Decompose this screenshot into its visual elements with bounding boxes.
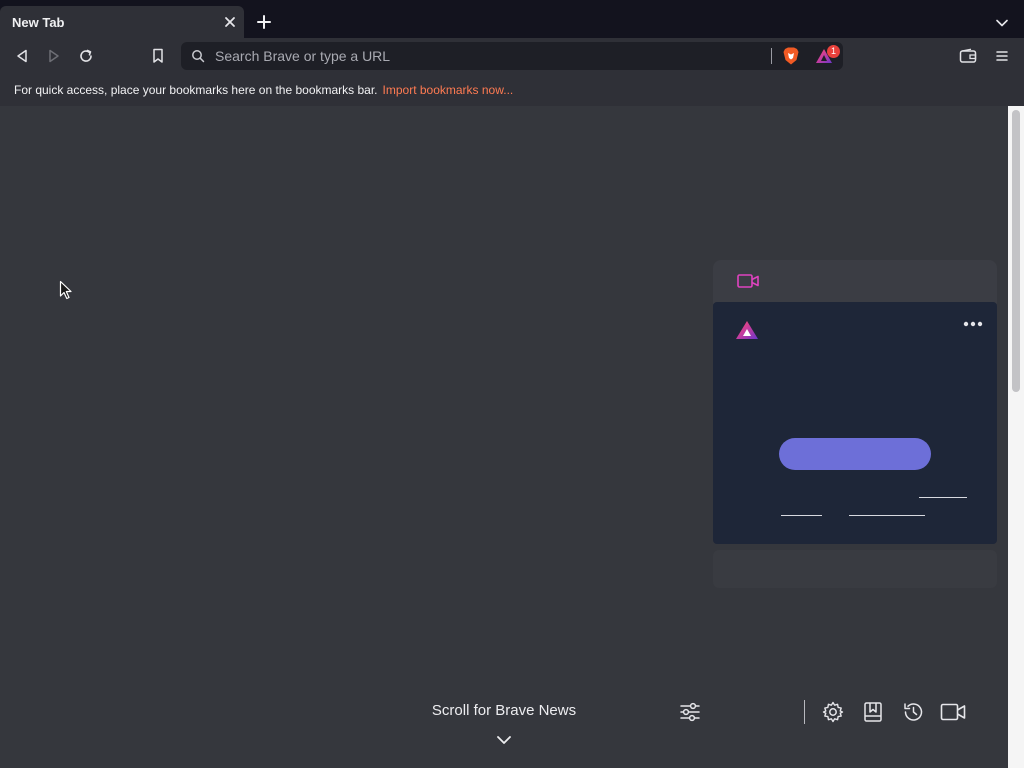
settings-button[interactable] [820, 700, 846, 724]
bookmarks-bar: For quick access, place your bookmarks h… [0, 74, 1024, 106]
tab-title: New Tab [12, 14, 65, 30]
tab-strip: New Tab [0, 0, 1024, 38]
video-camera-icon [737, 274, 759, 288]
video-camera-icon [940, 703, 966, 721]
back-button[interactable] [12, 46, 32, 66]
chevron-down-icon [996, 19, 1008, 27]
wallet-button[interactable] [958, 46, 978, 66]
reload-button[interactable] [76, 46, 96, 66]
address-bar-divider [771, 48, 772, 64]
close-icon[interactable] [222, 14, 238, 30]
widget-header[interactable] [713, 260, 997, 304]
import-bookmarks-link[interactable]: Import bookmarks now... [383, 83, 514, 97]
bottom-divider [804, 700, 805, 724]
bookmarks-page-button[interactable] [860, 700, 886, 724]
bookmarks-bar-message: For quick access, place your bookmarks h… [14, 83, 378, 97]
widget-link[interactable] [781, 515, 822, 516]
history-button[interactable] [900, 700, 926, 724]
tab-new-tab[interactable]: New Tab [0, 6, 244, 38]
rewards-cta-button[interactable] [779, 438, 931, 470]
new-tab-button[interactable] [254, 12, 274, 32]
brave-rewards-icon [736, 321, 758, 339]
search-icon [192, 50, 205, 63]
sliders-icon [680, 702, 700, 722]
history-icon [904, 703, 923, 721]
wallet-icon [959, 48, 977, 63]
scroll-for-brave-news[interactable]: Scroll for Brave News [404, 702, 604, 719]
scrollbar-thumb[interactable] [1012, 110, 1020, 392]
reload-icon [80, 49, 92, 62]
widget-link[interactable] [849, 515, 925, 516]
rewards-widget [713, 302, 997, 544]
menu-icon [996, 51, 1008, 61]
customize-news-button[interactable] [678, 700, 702, 724]
forward-icon [49, 49, 59, 63]
address-bar[interactable]: 1 [181, 42, 843, 70]
rewards-badge: 1 [827, 45, 840, 58]
bookmarks-icon [864, 702, 882, 722]
widget-link[interactable] [919, 497, 967, 498]
back-icon [17, 49, 27, 63]
widget-placeholder [713, 550, 997, 588]
mouse-cursor-icon [59, 280, 72, 300]
gear-icon [822, 701, 844, 723]
plus-icon [257, 15, 271, 29]
more-options-icon[interactable] [963, 320, 983, 328]
brave-shields-icon[interactable] [781, 46, 801, 66]
brave-talk-button[interactable] [940, 700, 966, 724]
forward-button[interactable] [44, 46, 64, 66]
bookmark-page-button[interactable] [148, 46, 168, 66]
tab-search-button[interactable] [992, 14, 1012, 32]
chevron-down-icon[interactable] [496, 734, 512, 746]
bookmark-icon [153, 48, 163, 63]
search-input[interactable] [213, 42, 763, 70]
main-menu-button[interactable] [992, 46, 1012, 66]
